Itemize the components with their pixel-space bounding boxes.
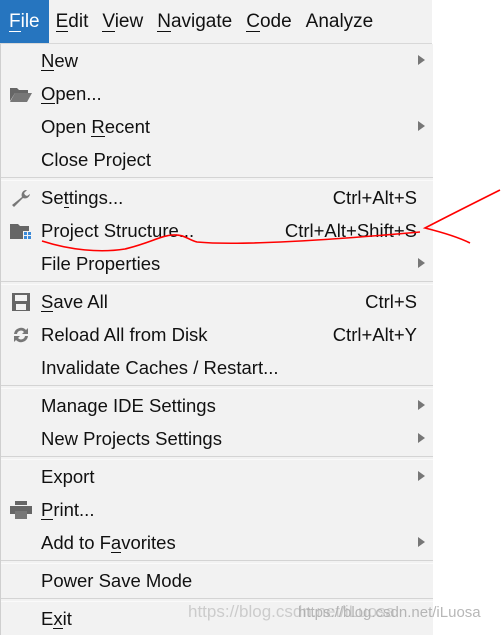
- submenu-arrow-icon: [418, 537, 425, 547]
- menubar-label: Navigate: [157, 10, 233, 32]
- menubar-file[interactable]: File: [0, 0, 49, 43]
- file-menu-dropdown: New Open... Open Recent Close Project Settin…: [0, 44, 433, 635]
- menu-item-manage-ide-settings[interactable]: Manage IDE Settings: [1, 389, 433, 422]
- shortcut-label: Ctrl+Alt+Shift+S: [284, 219, 417, 241]
- shortcut-label: Ctrl+Alt+Y: [332, 323, 417, 345]
- menu-item-label: Reload All from Disk: [41, 323, 208, 345]
- menu-item-close-project[interactable]: Close Project: [1, 143, 433, 176]
- menu-item-settings[interactable]: Settings... Ctrl+Alt+S: [1, 181, 433, 214]
- menubar-code[interactable]: Code: [239, 0, 298, 43]
- menu-item-open-recent[interactable]: Open Recent: [1, 110, 433, 143]
- wrench-icon: [9, 189, 33, 207]
- menubar-label: Edit: [55, 10, 89, 32]
- shortcut-label: Ctrl+S: [365, 290, 417, 312]
- menu-item-add-to-favorites[interactable]: Add to Favorites: [1, 526, 433, 559]
- menu-item-label: Project Structure...: [41, 219, 195, 241]
- save-icon: [9, 293, 33, 311]
- menu-item-label: File Properties: [41, 252, 161, 274]
- submenu-arrow-icon: [418, 258, 425, 268]
- menu-item-label: Export: [41, 465, 95, 487]
- menu-item-open[interactable]: Open...: [1, 77, 433, 110]
- submenu-arrow-icon: [418, 121, 425, 131]
- menu-bar: File Edit View Navigate Code Analyze: [0, 0, 432, 44]
- menu-item-reload-all-from-disk[interactable]: Reload All from Disk Ctrl+Alt+Y: [1, 318, 433, 351]
- menu-item-project-structure[interactable]: Project Structure... Ctrl+Alt+Shift+S: [1, 214, 433, 247]
- menu-item-label: Exit: [41, 607, 72, 629]
- menu-item-label: Power Save Mode: [41, 569, 193, 591]
- menu-item-label: Manage IDE Settings: [41, 394, 216, 416]
- menu-item-invalidate-caches-restart[interactable]: Invalidate Caches / Restart...: [1, 351, 433, 384]
- menu-item-label: Open...: [41, 82, 102, 104]
- menu-item-print[interactable]: Print...: [1, 493, 433, 526]
- menu-item-label: New Projects Settings: [41, 427, 222, 449]
- project-structure-icon: [9, 222, 33, 240]
- menu-item-new-projects-settings[interactable]: New Projects Settings: [1, 422, 433, 455]
- menubar-label: Analyze: [305, 10, 374, 32]
- menubar-edit[interactable]: Edit: [49, 0, 96, 43]
- menubar-view[interactable]: View: [95, 0, 150, 43]
- menu-item-label: Add to Favorites: [41, 531, 176, 553]
- reload-icon: [9, 326, 33, 344]
- menu-item-export[interactable]: Export: [1, 460, 433, 493]
- menubar-analyze[interactable]: Analyze: [299, 0, 381, 43]
- shortcut-label: Ctrl+Alt+S: [332, 186, 417, 208]
- menubar-label: File: [9, 10, 40, 32]
- printer-icon: [9, 501, 33, 519]
- folder-open-icon: [9, 85, 33, 103]
- menu-item-label: Open Recent: [41, 115, 151, 137]
- menu-item-label: Settings...: [41, 186, 124, 208]
- menu-item-label: Invalidate Caches / Restart...: [41, 356, 279, 378]
- watermark-overlay: https://blog.csdn.net/iLuosa: [298, 604, 481, 621]
- menu-item-power-save-mode[interactable]: Power Save Mode: [1, 564, 433, 597]
- menu-item-save-all[interactable]: Save All Ctrl+S: [1, 285, 433, 318]
- submenu-arrow-icon: [418, 55, 425, 65]
- submenu-arrow-icon: [418, 433, 425, 443]
- menu-item-label: Close Project: [41, 148, 152, 170]
- submenu-arrow-icon: [418, 471, 425, 481]
- menubar-label: View: [102, 10, 144, 32]
- menu-item-label: New: [41, 49, 79, 71]
- menu-item-label: Save All: [41, 290, 108, 312]
- menu-item-label: Print...: [41, 498, 95, 520]
- menu-item-file-properties[interactable]: File Properties: [1, 247, 433, 280]
- menubar-navigate[interactable]: Navigate: [150, 0, 239, 43]
- arrow-scribble: [422, 189, 501, 244]
- menubar-label: Code: [246, 10, 292, 32]
- menu-item-new[interactable]: New: [1, 44, 433, 77]
- submenu-arrow-icon: [418, 400, 425, 410]
